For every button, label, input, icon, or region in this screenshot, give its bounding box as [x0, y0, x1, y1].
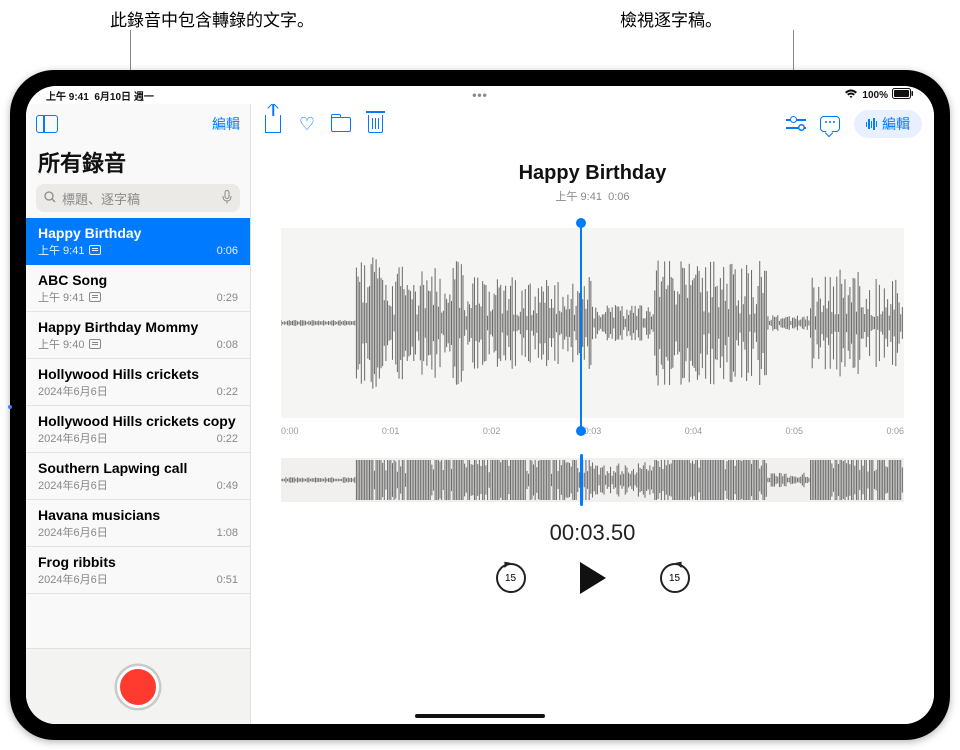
callout-view-transcript: 檢視逐字稿。	[620, 6, 722, 31]
recording-item-duration: 1:08	[217, 527, 238, 539]
skip-back-button[interactable]: 15	[496, 563, 526, 593]
playhead[interactable]	[580, 222, 582, 432]
search-icon	[44, 191, 56, 206]
search-input[interactable]: 標題、逐字稿	[36, 184, 240, 212]
recording-item-meta: 2024年6月6日	[38, 430, 238, 446]
sliders-icon	[786, 117, 806, 131]
battery-icon	[892, 88, 914, 102]
transcript-icon	[820, 116, 840, 132]
list-item[interactable]: Hollywood Hills crickets2024年6月6日0:22	[26, 359, 250, 406]
recording-item-duration: 0:29	[217, 292, 238, 304]
home-indicator[interactable]	[415, 714, 545, 718]
ruler-tick: 0:00	[281, 426, 299, 436]
waveform-icon	[866, 118, 878, 130]
recording-item-title: Hollywood Hills crickets	[38, 366, 199, 382]
playback-controls: 15 15	[251, 562, 934, 594]
recording-item-meta: 2024年6月6日	[38, 524, 238, 540]
ruler-tick: 0:04	[685, 426, 703, 436]
ruler-tick: 0:06	[886, 426, 904, 436]
ipad-side-indicator	[8, 405, 12, 409]
sidebar: 編輯 所有錄音 標題、逐字稿 Happy Birthday上午 9:410:06…	[26, 104, 251, 724]
view-transcript-button[interactable]	[820, 114, 840, 134]
recording-item-title: Havana musicians	[38, 507, 160, 523]
move-to-folder-button[interactable]	[331, 114, 351, 134]
edit-recording-label: 編輯	[882, 114, 910, 134]
list-item[interactable]: Happy Birthday上午 9:410:06	[26, 218, 250, 265]
recording-item-duration: 0:51	[217, 574, 238, 586]
recording-item-duration: 0:08	[217, 339, 238, 351]
share-icon	[265, 115, 281, 133]
ipad-frame: 上午 9:41 6月10日 週一 ••• 100% 編輯 所有錄音	[10, 70, 950, 740]
sidebar-title: 所有錄音	[26, 144, 250, 184]
skip-forward-button[interactable]: 15	[660, 563, 690, 593]
recording-item-title: ABC Song	[38, 272, 107, 288]
playback-options-button[interactable]	[786, 114, 806, 134]
ruler-tick: 0:01	[382, 426, 400, 436]
list-item[interactable]: ABC Song上午 9:410:29	[26, 265, 250, 312]
list-item[interactable]: Frog ribbits2024年6月6日0:51	[26, 547, 250, 594]
transcript-badge-icon	[89, 339, 101, 349]
status-right: 100%	[844, 88, 914, 102]
list-item[interactable]: Hollywood Hills crickets copy2024年6月6日0:…	[26, 406, 250, 453]
favorite-button[interactable]: ♡	[297, 114, 317, 134]
callout-transcript-badge: 此錄音中包含轉錄的文字。	[110, 6, 314, 31]
toggle-sidebar-icon[interactable]	[36, 115, 58, 133]
waveform-main[interactable]	[281, 228, 904, 418]
time-ruler: 0:00 0:01 0:02 0:03 0:04 0:05 0:06	[281, 422, 904, 440]
trash-icon	[368, 115, 383, 133]
wifi-icon	[844, 89, 858, 102]
recording-item-meta: 2024年6月6日	[38, 383, 238, 399]
recording-item-title: Happy Birthday	[38, 225, 141, 241]
recording-item-meta: 上午 9:41	[38, 289, 238, 305]
recording-item-title: Hollywood Hills crickets copy	[38, 413, 236, 429]
folder-icon	[331, 117, 351, 132]
list-item[interactable]: Happy Birthday Mommy上午 9:400:08	[26, 312, 250, 359]
share-button[interactable]	[263, 114, 283, 134]
recording-item-meta: 2024年6月6日	[38, 571, 238, 587]
edit-recording-button[interactable]: 編輯	[854, 110, 923, 138]
status-bar: 上午 9:41 6月10日 週一 ••• 100%	[26, 86, 934, 104]
waveform-overview[interactable]	[281, 458, 904, 502]
ruler-tick: 0:02	[483, 426, 501, 436]
ipad-screen: 上午 9:41 6月10日 週一 ••• 100% 編輯 所有錄音	[26, 86, 934, 724]
delete-button[interactable]	[365, 114, 385, 134]
transcript-badge-icon	[89, 245, 101, 255]
status-time-date: 上午 9:41 6月10日 週一	[46, 88, 154, 103]
recording-item-duration: 0:49	[217, 480, 238, 492]
recording-item-meta: 上午 9:40	[38, 336, 238, 352]
list-item[interactable]: Havana musicians2024年6月6日1:08	[26, 500, 250, 547]
recording-meta: 上午 9:41 0:06	[251, 188, 934, 204]
play-button[interactable]	[580, 562, 606, 594]
recordings-list: Happy Birthday上午 9:410:06ABC Song上午 9:41…	[26, 218, 250, 648]
ruler-tick: 0:03	[584, 426, 602, 436]
recording-title[interactable]: Happy Birthday	[251, 162, 934, 185]
list-item[interactable]: Southern Lapwing call2024年6月6日0:49	[26, 453, 250, 500]
recording-item-meta: 2024年6月6日	[38, 477, 238, 493]
multitask-dots-icon[interactable]: •••	[472, 88, 488, 102]
search-placeholder: 標題、逐字稿	[62, 189, 216, 208]
mic-icon[interactable]	[222, 190, 232, 207]
recording-item-duration: 0:22	[217, 433, 238, 445]
recording-item-title: Southern Lapwing call	[38, 460, 187, 476]
record-button[interactable]	[117, 666, 159, 708]
record-footer	[26, 648, 250, 724]
recording-item-duration: 0:06	[217, 245, 238, 257]
recording-item-duration: 0:22	[217, 386, 238, 398]
elapsed-time: 00:03.50	[251, 520, 934, 546]
recording-item-meta: 上午 9:41	[38, 242, 238, 258]
edit-list-button[interactable]: 編輯	[212, 114, 240, 134]
recording-item-title: Happy Birthday Mommy	[38, 319, 198, 335]
overview-playhead[interactable]	[580, 454, 583, 506]
ruler-tick: 0:05	[786, 426, 804, 436]
transcript-badge-icon	[89, 292, 101, 302]
recording-item-title: Frog ribbits	[38, 554, 116, 570]
detail-pane: ♡ 編輯 Happy Birthday 上午 9:41 0:06	[251, 104, 934, 724]
